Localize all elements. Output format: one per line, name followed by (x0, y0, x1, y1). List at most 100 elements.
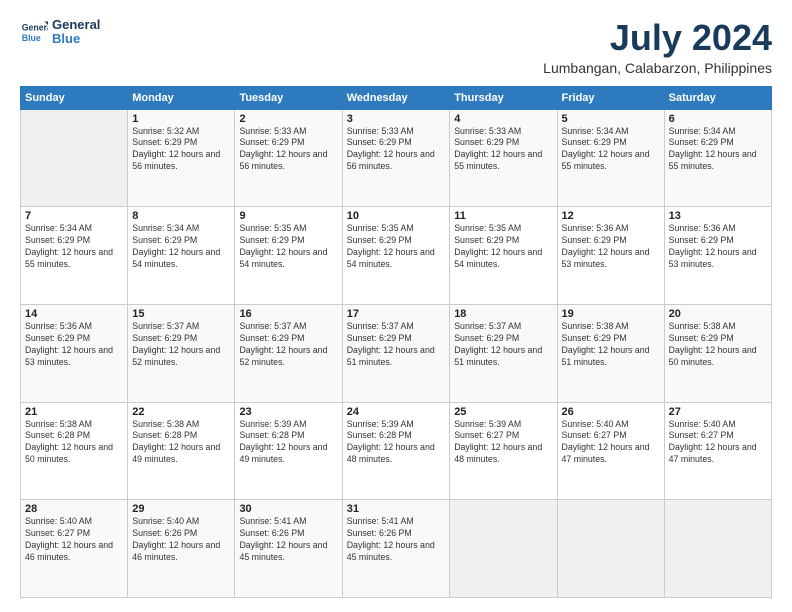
day-info: Sunrise: 5:41 AMSunset: 6:26 PMDaylight:… (239, 516, 337, 564)
day-number: 18 (454, 308, 552, 320)
calendar-cell: 15Sunrise: 5:37 AMSunset: 6:29 PMDayligh… (128, 304, 235, 402)
day-number: 27 (669, 406, 767, 418)
calendar-cell: 5Sunrise: 5:34 AMSunset: 6:29 PMDaylight… (557, 109, 664, 207)
day-info: Sunrise: 5:36 AMSunset: 6:29 PMDaylight:… (25, 321, 123, 369)
day-info: Sunrise: 5:40 AMSunset: 6:27 PMDaylight:… (669, 419, 767, 467)
day-info: Sunrise: 5:37 AMSunset: 6:29 PMDaylight:… (347, 321, 445, 369)
day-number: 26 (562, 406, 660, 418)
calendar-cell (21, 109, 128, 207)
day-number: 7 (25, 210, 123, 222)
svg-text:General: General (22, 23, 48, 33)
calendar-cell: 9Sunrise: 5:35 AMSunset: 6:29 PMDaylight… (235, 207, 342, 305)
calendar-cell: 19Sunrise: 5:38 AMSunset: 6:29 PMDayligh… (557, 304, 664, 402)
calendar-cell: 25Sunrise: 5:39 AMSunset: 6:27 PMDayligh… (450, 402, 557, 500)
day-number: 20 (669, 308, 767, 320)
calendar-cell: 14Sunrise: 5:36 AMSunset: 6:29 PMDayligh… (21, 304, 128, 402)
day-info: Sunrise: 5:35 AMSunset: 6:29 PMDaylight:… (347, 223, 445, 271)
calendar-cell: 8Sunrise: 5:34 AMSunset: 6:29 PMDaylight… (128, 207, 235, 305)
weekday-header-saturday: Saturday (664, 86, 771, 109)
logo: General Blue General Blue (20, 18, 100, 47)
day-number: 17 (347, 308, 445, 320)
logo-general: General (52, 18, 100, 32)
day-number: 25 (454, 406, 552, 418)
weekday-header-tuesday: Tuesday (235, 86, 342, 109)
day-number: 22 (132, 406, 230, 418)
month-title: July 2024 (543, 18, 772, 58)
calendar-cell (557, 500, 664, 598)
day-info: Sunrise: 5:39 AMSunset: 6:28 PMDaylight:… (347, 419, 445, 467)
day-info: Sunrise: 5:41 AMSunset: 6:26 PMDaylight:… (347, 516, 445, 564)
calendar-cell: 18Sunrise: 5:37 AMSunset: 6:29 PMDayligh… (450, 304, 557, 402)
day-number: 3 (347, 113, 445, 125)
calendar-cell: 27Sunrise: 5:40 AMSunset: 6:27 PMDayligh… (664, 402, 771, 500)
day-number: 1 (132, 113, 230, 125)
day-info: Sunrise: 5:38 AMSunset: 6:28 PMDaylight:… (25, 419, 123, 467)
day-info: Sunrise: 5:38 AMSunset: 6:29 PMDaylight:… (669, 321, 767, 369)
calendar-table: SundayMondayTuesdayWednesdayThursdayFrid… (20, 86, 772, 598)
day-info: Sunrise: 5:40 AMSunset: 6:27 PMDaylight:… (562, 419, 660, 467)
calendar-cell: 28Sunrise: 5:40 AMSunset: 6:27 PMDayligh… (21, 500, 128, 598)
day-number: 6 (669, 113, 767, 125)
calendar-cell: 16Sunrise: 5:37 AMSunset: 6:29 PMDayligh… (235, 304, 342, 402)
logo-icon: General Blue (20, 18, 48, 46)
day-info: Sunrise: 5:40 AMSunset: 6:27 PMDaylight:… (25, 516, 123, 564)
calendar-cell: 23Sunrise: 5:39 AMSunset: 6:28 PMDayligh… (235, 402, 342, 500)
day-info: Sunrise: 5:34 AMSunset: 6:29 PMDaylight:… (669, 126, 767, 174)
week-row-2: 7Sunrise: 5:34 AMSunset: 6:29 PMDaylight… (21, 207, 772, 305)
calendar-cell: 30Sunrise: 5:41 AMSunset: 6:26 PMDayligh… (235, 500, 342, 598)
svg-text:Blue: Blue (22, 33, 41, 43)
day-info: Sunrise: 5:34 AMSunset: 6:29 PMDaylight:… (132, 223, 230, 271)
day-info: Sunrise: 5:36 AMSunset: 6:29 PMDaylight:… (562, 223, 660, 271)
day-info: Sunrise: 5:38 AMSunset: 6:28 PMDaylight:… (132, 419, 230, 467)
weekday-header-wednesday: Wednesday (342, 86, 449, 109)
day-number: 16 (239, 308, 337, 320)
day-number: 15 (132, 308, 230, 320)
day-info: Sunrise: 5:38 AMSunset: 6:29 PMDaylight:… (562, 321, 660, 369)
calendar-cell: 3Sunrise: 5:33 AMSunset: 6:29 PMDaylight… (342, 109, 449, 207)
day-info: Sunrise: 5:39 AMSunset: 6:27 PMDaylight:… (454, 419, 552, 467)
weekday-header-friday: Friday (557, 86, 664, 109)
day-number: 14 (25, 308, 123, 320)
calendar-cell: 24Sunrise: 5:39 AMSunset: 6:28 PMDayligh… (342, 402, 449, 500)
day-number: 8 (132, 210, 230, 222)
day-number: 28 (25, 503, 123, 515)
calendar-cell: 10Sunrise: 5:35 AMSunset: 6:29 PMDayligh… (342, 207, 449, 305)
week-row-1: 1Sunrise: 5:32 AMSunset: 6:29 PMDaylight… (21, 109, 772, 207)
day-info: Sunrise: 5:40 AMSunset: 6:26 PMDaylight:… (132, 516, 230, 564)
day-info: Sunrise: 5:33 AMSunset: 6:29 PMDaylight:… (347, 126, 445, 174)
weekday-header-sunday: Sunday (21, 86, 128, 109)
day-info: Sunrise: 5:32 AMSunset: 6:29 PMDaylight:… (132, 126, 230, 174)
page: General Blue General Blue July 2024 Lumb… (0, 0, 792, 612)
location-title: Lumbangan, Calabarzon, Philippines (543, 60, 772, 76)
calendar-cell: 29Sunrise: 5:40 AMSunset: 6:26 PMDayligh… (128, 500, 235, 598)
calendar-cell: 7Sunrise: 5:34 AMSunset: 6:29 PMDaylight… (21, 207, 128, 305)
day-number: 23 (239, 406, 337, 418)
day-info: Sunrise: 5:33 AMSunset: 6:29 PMDaylight:… (239, 126, 337, 174)
calendar-cell (450, 500, 557, 598)
calendar-cell: 13Sunrise: 5:36 AMSunset: 6:29 PMDayligh… (664, 207, 771, 305)
day-number: 2 (239, 113, 337, 125)
weekday-header-row: SundayMondayTuesdayWednesdayThursdayFrid… (21, 86, 772, 109)
day-number: 31 (347, 503, 445, 515)
day-info: Sunrise: 5:37 AMSunset: 6:29 PMDaylight:… (239, 321, 337, 369)
weekday-header-thursday: Thursday (450, 86, 557, 109)
day-info: Sunrise: 5:36 AMSunset: 6:29 PMDaylight:… (669, 223, 767, 271)
day-number: 10 (347, 210, 445, 222)
calendar-cell: 4Sunrise: 5:33 AMSunset: 6:29 PMDaylight… (450, 109, 557, 207)
weekday-header-monday: Monday (128, 86, 235, 109)
day-number: 29 (132, 503, 230, 515)
calendar-cell: 31Sunrise: 5:41 AMSunset: 6:26 PMDayligh… (342, 500, 449, 598)
calendar-cell: 22Sunrise: 5:38 AMSunset: 6:28 PMDayligh… (128, 402, 235, 500)
day-number: 19 (562, 308, 660, 320)
calendar-cell: 21Sunrise: 5:38 AMSunset: 6:28 PMDayligh… (21, 402, 128, 500)
day-info: Sunrise: 5:39 AMSunset: 6:28 PMDaylight:… (239, 419, 337, 467)
calendar-cell: 1Sunrise: 5:32 AMSunset: 6:29 PMDaylight… (128, 109, 235, 207)
day-info: Sunrise: 5:34 AMSunset: 6:29 PMDaylight:… (25, 223, 123, 271)
day-info: Sunrise: 5:33 AMSunset: 6:29 PMDaylight:… (454, 126, 552, 174)
calendar-cell: 11Sunrise: 5:35 AMSunset: 6:29 PMDayligh… (450, 207, 557, 305)
day-number: 24 (347, 406, 445, 418)
day-info: Sunrise: 5:35 AMSunset: 6:29 PMDaylight:… (239, 223, 337, 271)
day-number: 21 (25, 406, 123, 418)
day-number: 30 (239, 503, 337, 515)
calendar-cell (664, 500, 771, 598)
